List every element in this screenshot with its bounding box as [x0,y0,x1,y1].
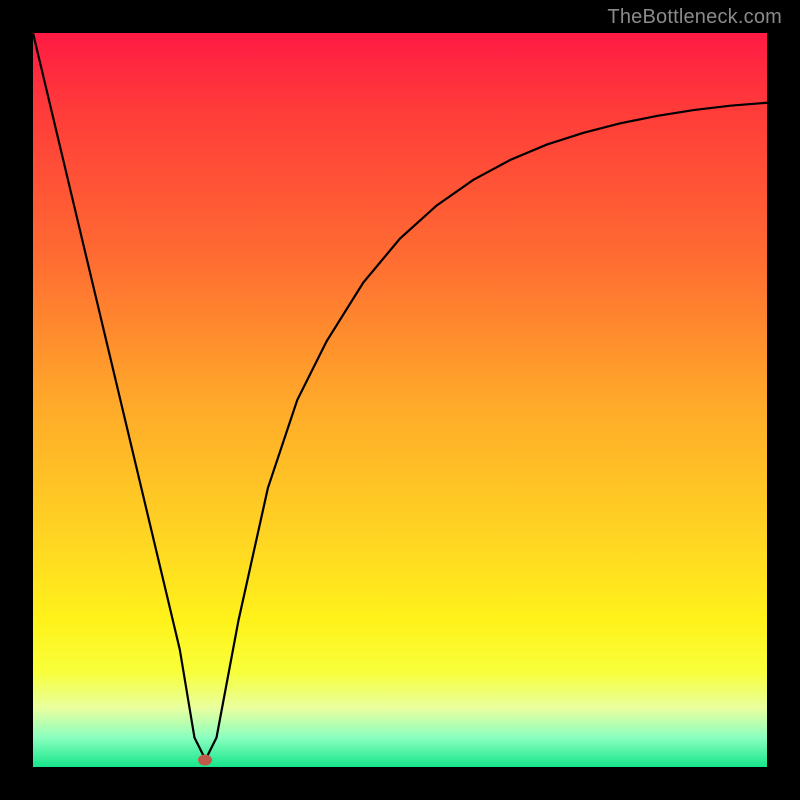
bottleneck-curve [33,33,767,760]
chart-frame: TheBottleneck.com [0,0,800,800]
curve-svg [33,33,767,767]
watermark-text: TheBottleneck.com [607,6,782,29]
optimum-marker [198,754,212,765]
